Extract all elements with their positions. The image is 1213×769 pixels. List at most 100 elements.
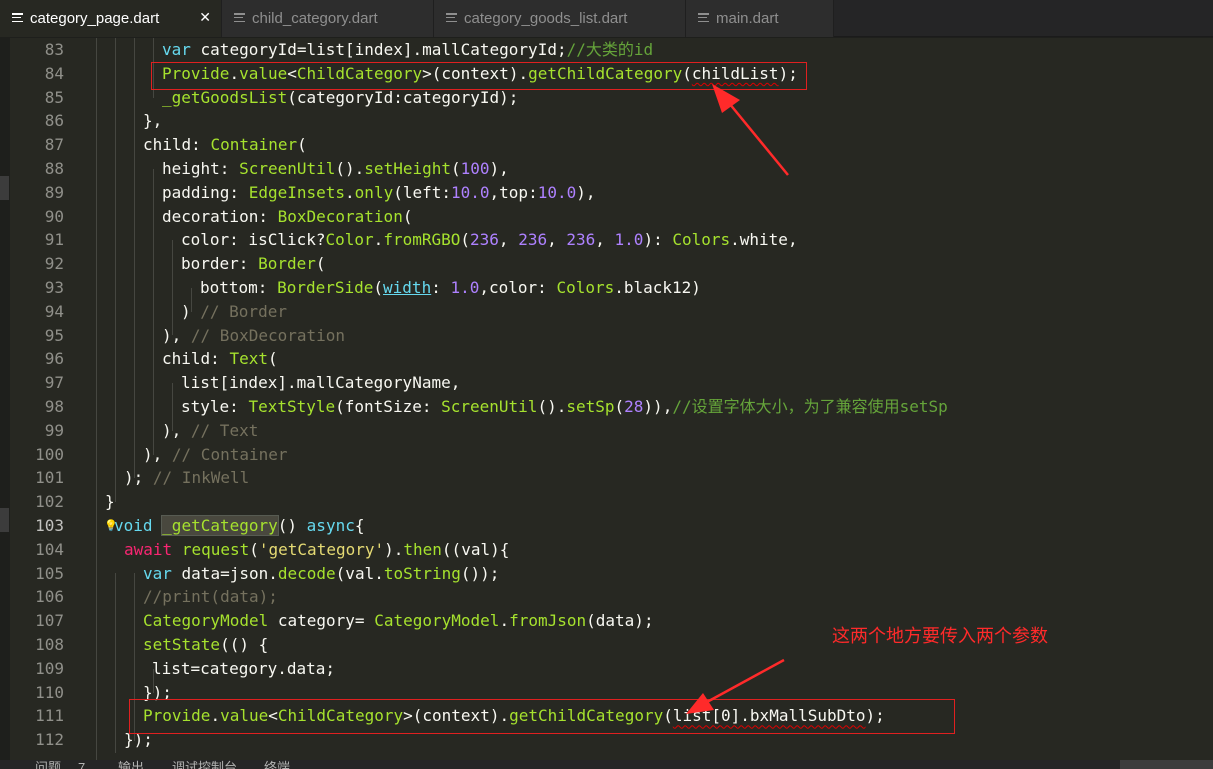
line-number: 100 [35,444,64,464]
code-line[interactable]: 101 ); // InkWell [10,466,1213,490]
gutter-marker [0,176,9,200]
panel-tab-problems[interactable]: 问题 [35,760,61,769]
code-line[interactable]: 92 border: Border( [10,252,1213,276]
panel-bar: 问题 7 输出 调试控制台 终端 [0,760,1213,769]
tab-child-category[interactable]: child_category.dart [222,0,434,37]
code-text: ), // BoxDecoration [162,325,346,345]
code-text: padding: EdgeInsets.only(left:10.0,top:1… [162,182,596,202]
line-number: 102 [35,492,64,512]
tab-label: category_goods_list.dart [464,10,628,27]
file-lines-icon [446,13,457,24]
line-number: 92 [44,254,64,274]
code-text: style: TextStyle(fontSize: ScreenUtil().… [181,397,948,416]
code-text: height: ScreenUtil().setHeight(100), [162,159,509,178]
activity-gutter [0,38,10,760]
code-text: setState(() { [143,635,269,654]
line-number: 91 [44,230,64,250]
tab-main[interactable]: main.dart [686,0,834,37]
line-number: 104 [35,539,64,559]
code-line[interactable]: 95 ), // BoxDecoration [10,324,1213,348]
line-number: 99 [44,420,64,440]
code-text: CategoryModel category= CategoryModel.fr… [143,611,654,631]
code-editor[interactable]: 83 var categoryId=list[index].mallCategor… [10,38,1213,760]
highlight-box-line-111 [129,699,955,734]
code-line[interactable]: 91 color: isClick?Color.fromRGBO(236, 236… [10,228,1213,252]
code-text: void _getCategory() async{ [114,515,365,536]
tab-label: main.dart [716,10,779,27]
line-number: 95 [44,325,64,345]
highlight-box-line-84 [151,62,807,90]
code-line[interactable]: 100 ), // Container [10,443,1213,467]
code-text: list=category.data; [152,658,336,678]
code-text: var data=json.decode(val.toString()); [143,563,500,583]
panel-tab-debug-console[interactable]: 调试控制台 [172,760,237,769]
line-number: 96 [44,349,64,369]
line-number: 89 [44,182,64,202]
code-line[interactable]: 102} [10,490,1213,514]
code-line[interactable]: 88 height: ScreenUtil().setHeight(100), [10,157,1213,181]
line-number: 107 [35,611,64,631]
tab-category-goods-list[interactable]: category_goods_list.dart [434,0,686,37]
line-number: 97 [44,373,64,393]
line-number: 110 [35,682,64,702]
line-number: 105 [35,563,64,583]
code-text: var categoryId=list[index].mallCategoryI… [162,40,654,59]
code-text: color: isClick?Color.fromRGBO(236, 236, … [181,230,798,250]
code-text: ); // InkWell [124,468,250,488]
code-text: child: Text( [162,349,278,369]
tab-label: category_page.dart [30,10,160,27]
code-line[interactable]: 99), // Text [10,419,1213,443]
code-line[interactable]: 106 //print(data); [10,585,1213,609]
code-line[interactable]: 103 void _getCategory() async{💡 [10,514,1213,538]
code-line[interactable]: 83 var categoryId=list[index].mallCategor… [10,38,1213,62]
line-number: 85 [44,87,64,107]
line-number: 111 [35,706,64,726]
lightbulb-icon[interactable]: 💡 [104,517,118,535]
file-lines-icon [698,13,709,24]
code-line[interactable]: 104 await request('getCategory').then((va… [10,538,1213,562]
line-number: 109 [35,658,64,678]
code-line[interactable]: 97 list[index].mallCategoryName, [10,371,1213,395]
line-number: 93 [44,278,64,297]
code-line[interactable]: 89 padding: EdgeInsets.only(left:10.0,top… [10,181,1213,205]
line-number: 88 [44,159,64,178]
line-number: 106 [35,587,64,607]
code-text: child: Container( [143,135,307,155]
code-text: ) // Border [181,301,287,321]
code-line[interactable]: 90 decoration: BoxDecoration( [10,205,1213,229]
annotation-text: 这两个地方要传入两个参数 [832,626,1048,647]
code-text: ), // Container [143,444,288,464]
line-number: 90 [44,206,64,226]
file-lines-icon [12,13,23,24]
line-number: 98 [44,397,64,416]
line-number: 87 [44,135,64,155]
line-number: 86 [44,111,64,131]
problems-count-badge: 7 [78,760,86,769]
code-text: bottom: BorderSide(width: 1.0,color: Col… [200,278,701,297]
code-text: border: Border( [181,254,326,274]
code-text: //print(data); [143,587,278,607]
code-text: decoration: BoxDecoration( [162,206,413,226]
close-icon[interactable]: ✕ [199,9,211,26]
line-number: 101 [35,468,64,488]
code-line[interactable]: 86}, [10,109,1213,133]
code-line[interactable]: 105 var data=json.decode(val.toString()); [10,562,1213,586]
code-line[interactable]: 109 list=category.data; [10,657,1213,681]
code-line[interactable]: 87 child: Container( [10,133,1213,157]
code-line[interactable]: 93 bottom: BorderSide(width: 1.0,color: C… [10,276,1213,300]
line-number: 108 [35,635,64,654]
code-line[interactable]: 94) // Border [10,300,1213,324]
tab-category-page[interactable]: category_page.dart ✕ [0,0,222,37]
code-text: }, [143,111,163,131]
tab-bar: category_page.dart ✕ child_category.dart… [0,0,1213,37]
tab-label: child_category.dart [252,10,378,27]
panel-tab-output[interactable]: 输出 [118,760,144,769]
panel-dropdown[interactable] [1120,760,1213,769]
code-text: list[index].mallCategoryName, [181,373,461,393]
code-line[interactable]: 96 child: Text( [10,347,1213,371]
code-line[interactable]: 98 style: TextStyle(fontSize: ScreenUtil(… [10,395,1213,419]
line-number: 84 [44,63,64,83]
panel-tab-terminal[interactable]: 终端 [264,760,290,769]
file-lines-icon [234,13,245,24]
line-number: 103 [35,516,64,535]
